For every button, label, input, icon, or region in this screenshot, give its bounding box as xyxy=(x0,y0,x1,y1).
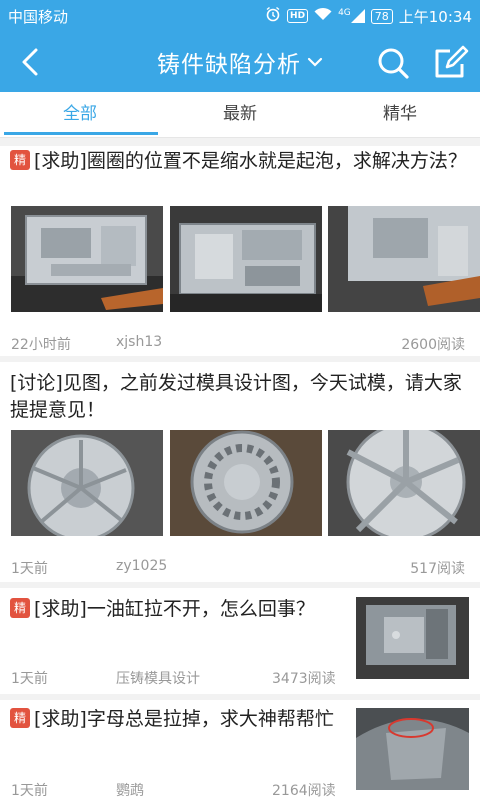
post-title-text: [讨论]见图，之前发过模具设计图，今天试模，请大家提提意见！ xyxy=(10,372,462,421)
status-icons: HD 4G 78 上午10:34 xyxy=(265,6,472,27)
post-image[interactable] xyxy=(356,708,469,790)
post-author[interactable]: zy1025 xyxy=(116,558,167,574)
network-type: 4G xyxy=(338,8,351,18)
post-reads: 2164阅读 xyxy=(272,783,336,799)
post-image[interactable] xyxy=(11,430,163,536)
clock: 上午10:34 xyxy=(398,7,472,26)
post-title: 精 [求助]字母总是拉掉，求大神帮帮忙 xyxy=(10,706,340,733)
chevron-down-icon xyxy=(307,57,323,67)
post-image[interactable] xyxy=(328,430,480,536)
post-author[interactable]: 鹦鹉 xyxy=(116,780,144,800)
compose-button[interactable] xyxy=(432,44,470,82)
battery-indicator: 78 xyxy=(370,8,393,24)
post-reads: 3473阅读 xyxy=(272,671,336,687)
post-title: [讨论]见图，之前发过模具设计图，今天试模，请大家提提意见！ xyxy=(10,370,468,424)
featured-badge: 精 xyxy=(10,150,30,170)
post-title-text: [求助]一油缸拉不开，怎么回事？ xyxy=(34,598,315,620)
search-icon xyxy=(378,48,409,79)
post-image[interactable] xyxy=(170,430,322,536)
post-title-text: [求助]字母总是拉掉，求大神帮帮忙 xyxy=(34,708,334,730)
tab-all[interactable]: 全部 xyxy=(0,92,160,137)
status-bar: 中国移动 HD 4G 78 上午10:34 xyxy=(0,0,480,32)
divider xyxy=(0,138,480,146)
post-image[interactable] xyxy=(356,597,469,679)
compose-icon xyxy=(435,45,469,78)
post-time: 1天前 xyxy=(11,671,48,687)
post-time: 1天前 xyxy=(11,561,48,577)
post-title: 精 [求助]圈圈的位置不是缩水就是起泡，求解决方法？ xyxy=(10,148,468,175)
post-reads: 517阅读 xyxy=(410,561,465,577)
list-item[interactable]: 精 [求助]圈圈的位置不是缩水就是起泡，求解决方法？ 22小时前 xjsh13 … xyxy=(0,146,480,356)
post-image[interactable] xyxy=(11,206,163,312)
list-item[interactable]: [讨论]见图，之前发过模具设计图，今天试模，请大家提提意见！ 1天前 zy102… xyxy=(0,362,480,582)
post-time: 1天前 xyxy=(11,783,48,799)
post-author[interactable]: 压铸模具设计 xyxy=(116,668,200,688)
post-image[interactable] xyxy=(328,206,480,312)
featured-badge: 精 xyxy=(10,598,30,618)
featured-badge: 精 xyxy=(10,708,30,728)
hd-badge: HD xyxy=(287,9,309,23)
list-item[interactable]: 精 [求助]字母总是拉掉，求大神帮帮忙 1天前 鹦鹉 2164阅读 xyxy=(0,700,480,800)
wifi-icon xyxy=(314,7,332,25)
tab-bar: 全部 最新 精华 xyxy=(0,92,480,138)
post-time: 22小时前 xyxy=(11,337,71,353)
tab-latest[interactable]: 最新 xyxy=(160,92,320,137)
list-item[interactable]: 精 [求助]一油缸拉不开，怎么回事？ 1天前 压铸模具设计 3473阅读 xyxy=(0,588,480,694)
carrier-label: 中国移动 xyxy=(8,7,69,26)
nav-bar: 铸件缺陷分析 xyxy=(0,32,480,92)
tab-featured[interactable]: 精华 xyxy=(320,92,480,137)
post-author[interactable]: xjsh13 xyxy=(116,334,162,350)
signal-icon: 4G xyxy=(338,9,365,23)
alarm-icon xyxy=(265,6,281,26)
post-image[interactable] xyxy=(170,206,322,312)
post-reads: 2600阅读 xyxy=(401,337,465,353)
post-title: 精 [求助]一油缸拉不开，怎么回事？ xyxy=(10,596,340,623)
page-title: 铸件缺陷分析 xyxy=(157,52,301,78)
search-button[interactable] xyxy=(374,44,412,82)
post-title-text: [求助]圈圈的位置不是缩水就是起泡，求解决方法？ xyxy=(34,150,467,172)
